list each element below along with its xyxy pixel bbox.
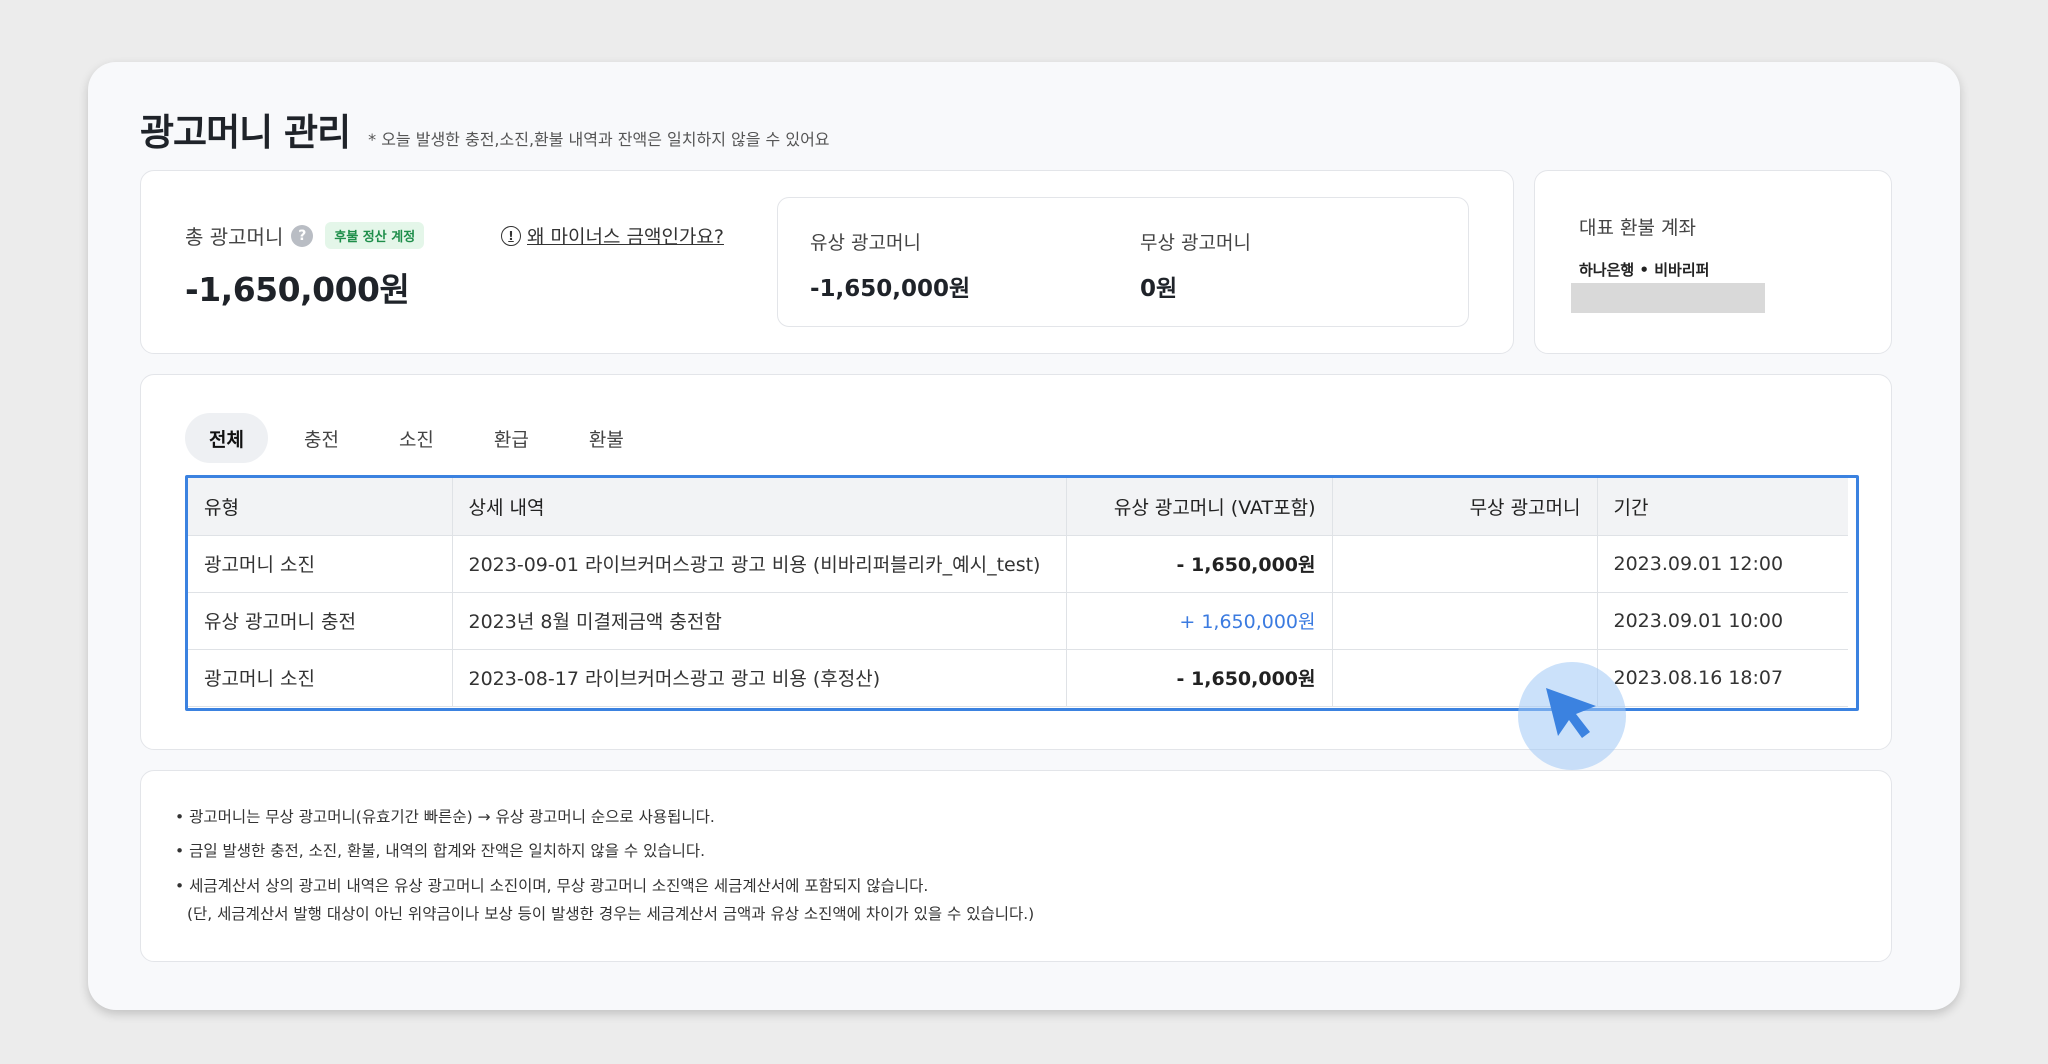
header-paid-money[interactable]: 유상 광고머니 (VAT포함): [1066, 478, 1333, 536]
postpaid-badge: 후불 정산 계정: [325, 222, 425, 249]
cell-type: 광고머니 소진: [188, 535, 453, 593]
info-icon: !: [501, 225, 521, 246]
title-note: * 오늘 발생한 충전,소진,환불 내역과 잔액은 일치하지 않을 수 있어요: [368, 130, 830, 149]
cell-period: 2023.08.16 18:07: [1597, 649, 1848, 707]
title-row: 광고머니 관리 * 오늘 발생한 충전,소진,환불 내역과 잔액은 일치하지 않…: [140, 102, 830, 156]
cell-paid-amount: - 1,650,000원: [1066, 649, 1333, 707]
header-type[interactable]: 유형: [188, 478, 453, 536]
cursor-icon: [1546, 688, 1596, 738]
note-item: • 금일 발생한 충전, 소진, 환불, 내역의 합계와 잔액은 일치하지 않을…: [175, 842, 706, 860]
paid-money-label: 유상 광고머니: [810, 232, 921, 254]
free-money-label: 무상 광고머니: [1140, 232, 1251, 254]
why-minus-label: 왜 마이너스 금액인가요?: [527, 226, 724, 248]
tab-charge[interactable]: 충전: [280, 413, 363, 463]
cell-type: 광고머니 소진: [188, 649, 453, 707]
cell-detail: 2023-09-01 라이브커머스광고 광고 비용 (비바리퍼블리카_예시_te…: [452, 535, 1067, 593]
refund-account-card: 대표 환불 계좌 하나은행 • 비바리퍼: [1534, 170, 1892, 354]
cell-period: 2023.09.01 12:00: [1597, 535, 1848, 593]
refund-account-title: 대표 환불 계좌: [1579, 217, 1696, 239]
history-card: 전체 충전 소진 환급 환불 유형 상세 내역 유상 광고머니 (VAT포함) …: [140, 374, 1892, 750]
money-breakdown: 유상 광고머니 -1,650,000원 무상 광고머니 0원: [777, 197, 1469, 327]
header-detail[interactable]: 상세 내역: [452, 478, 1067, 536]
history-tabs: 전체 충전 소진 환급 환불: [185, 413, 660, 463]
total-label: 총 광고머니: [185, 225, 284, 249]
notes-card: • 광고머니는 무상 광고머니(유효기간 빠른순) → 유상 광고머니 순으로 …: [140, 770, 1892, 962]
tab-spend[interactable]: 소진: [375, 413, 458, 463]
cell-period: 2023.09.01 10:00: [1597, 592, 1848, 650]
cell-detail: 2023년 8월 미결제금액 충전함: [452, 592, 1067, 650]
header-period[interactable]: 기간: [1597, 478, 1848, 536]
tab-all[interactable]: 전체: [185, 413, 268, 463]
cell-type: 유상 광고머니 충전: [188, 592, 453, 650]
ad-money-panel: 광고머니 관리 * 오늘 발생한 충전,소진,환불 내역과 잔액은 일치하지 않…: [88, 62, 1960, 1010]
tab-refund[interactable]: 환불: [565, 413, 648, 463]
total-label-row: 총 광고머니 ? 후불 정산 계정: [185, 221, 425, 250]
page-title: 광고머니 관리: [140, 111, 351, 154]
total-amount: -1,650,000원: [185, 270, 410, 309]
paid-money: 유상 광고머니 -1,650,000원: [810, 228, 970, 303]
cell-paid-amount: - 1,650,000원: [1066, 535, 1333, 593]
cell-free-amount: [1332, 535, 1598, 593]
cell-paid-amount: + 1,650,000원: [1066, 592, 1333, 650]
cell-free-amount: [1332, 592, 1598, 650]
table-row[interactable]: 유상 광고머니 충전 2023년 8월 미결제금액 충전함 + 1,650,00…: [188, 592, 1848, 650]
note-item: • 세금계산서 상의 광고비 내역은 유상 광고머니 소진이며, 무상 광고머니…: [175, 877, 929, 895]
table-header-row: 유형 상세 내역 유상 광고머니 (VAT포함) 무상 광고머니 기간: [188, 478, 1848, 536]
account-number-redacted: [1571, 283, 1765, 313]
table-row[interactable]: 광고머니 소진 2023-09-01 라이브커머스광고 광고 비용 (비바리퍼블…: [188, 535, 1848, 593]
free-money: 무상 광고머니 0원: [1140, 228, 1251, 303]
summary-card: 총 광고머니 ? 후불 정산 계정 ! 왜 마이너스 금액인가요? -1,650…: [140, 170, 1514, 354]
cell-detail: 2023-08-17 라이브커머스광고 광고 비용 (후정산): [452, 649, 1067, 707]
note-item: • 광고머니는 무상 광고머니(유효기간 빠른순) → 유상 광고머니 순으로 …: [175, 808, 715, 826]
tab-rebate[interactable]: 환급: [470, 413, 553, 463]
header-free-money[interactable]: 무상 광고머니: [1332, 478, 1598, 536]
why-minus-link[interactable]: ! 왜 마이너스 금액인가요?: [501, 222, 724, 249]
paid-money-amount: -1,650,000원: [810, 276, 971, 302]
free-money-amount: 0원: [1140, 276, 1178, 302]
refund-bank-name: 하나은행 • 비바리퍼: [1579, 261, 1710, 279]
help-icon[interactable]: ?: [291, 224, 314, 247]
note-item: (단, 세금계산서 발행 대상이 아닌 위약금이나 보상 등이 발생한 경우는 …: [187, 905, 1035, 923]
